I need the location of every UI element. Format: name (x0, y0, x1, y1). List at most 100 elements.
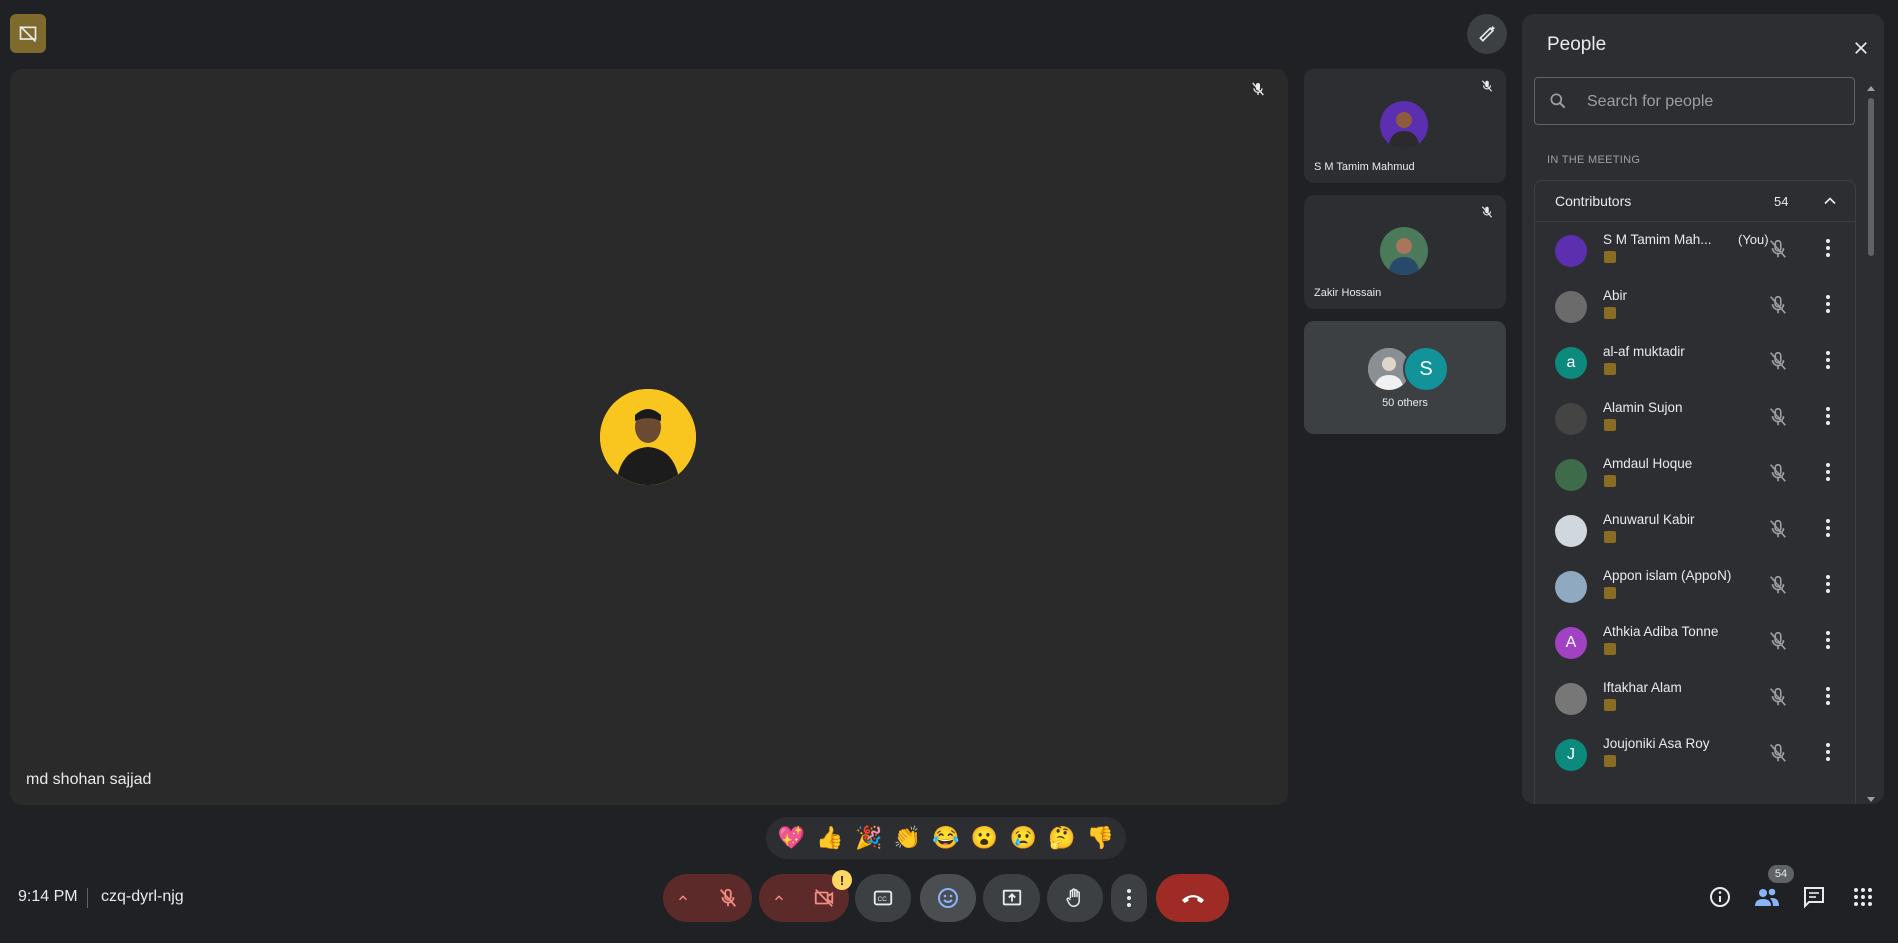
mic-control-group (663, 874, 752, 922)
panel-title: People (1547, 34, 1607, 55)
reaction-emoji-button[interactable]: 😂 (929, 821, 963, 855)
search-input[interactable] (1585, 88, 1839, 116)
participant-row[interactable]: Iftakhar Alam (1535, 669, 1855, 725)
reaction-emoji-button[interactable]: 👍 (813, 821, 847, 855)
mic-off-icon[interactable] (1767, 406, 1789, 433)
presentation-badge-icon (1604, 755, 1616, 767)
mic-off-icon[interactable] (1767, 630, 1789, 657)
participant-tile[interactable]: S M Tamim Mahmud (1304, 69, 1506, 183)
reactions-button[interactable] (920, 874, 976, 922)
reaction-emoji-button[interactable]: 😢 (1006, 821, 1040, 855)
close-panel-button[interactable] (1847, 34, 1875, 62)
chevron-up-icon (775, 895, 783, 901)
camera-warning-badge[interactable]: ! (832, 870, 852, 890)
presentation-badge-icon (1604, 251, 1616, 263)
section-label: IN THE MEETING (1547, 154, 1641, 166)
reaction-emoji-button[interactable]: 😮 (968, 821, 1002, 855)
participant-avatar (1555, 683, 1587, 715)
mic-off-icon[interactable] (1767, 350, 1789, 377)
participant-row[interactable]: Anuwarul Kabir (1535, 501, 1855, 557)
more-options-button[interactable] (1111, 874, 1147, 922)
contributors-group: Contributors 54 S M Tamim Mah... (You) Abi… (1534, 180, 1856, 804)
reaction-emoji-button[interactable]: 💖 (774, 821, 808, 855)
participant-name: al-af muktadir (1603, 344, 1685, 359)
main-speaker-stage[interactable]: md shohan sajjad (10, 69, 1288, 805)
close-icon (1855, 42, 1867, 54)
others-tile[interactable]: S 50 others (1304, 321, 1506, 434)
present-now-button[interactable] (983, 874, 1040, 922)
participant-row[interactable]: A Athkia Adiba Tonne (1535, 613, 1855, 669)
mic-off-icon[interactable] (1767, 518, 1789, 545)
more-vert-icon (1127, 889, 1131, 907)
mic-off-icon[interactable] (1767, 574, 1789, 601)
group-count: 54 (1774, 194, 1789, 209)
more-vert-icon[interactable] (1825, 630, 1831, 655)
apps-grid-icon (1854, 888, 1872, 906)
activities-button[interactable] (1848, 882, 1878, 912)
reaction-emoji-button[interactable]: 🎉 (852, 821, 886, 855)
info-icon (1710, 887, 1730, 907)
reaction-emoji-button[interactable]: 🤔 (1045, 821, 1079, 855)
divider (87, 888, 88, 908)
participant-row[interactable]: J Joujoniki Asa Roy (1535, 725, 1855, 781)
presentation-badge-icon (1604, 587, 1616, 599)
more-vert-icon[interactable] (1825, 574, 1831, 599)
contributors-header[interactable]: Contributors 54 (1535, 181, 1855, 222)
participant-avatar (1555, 403, 1587, 435)
scroll-up-arrow[interactable] (1867, 80, 1875, 98)
mic-off-icon[interactable] (1767, 294, 1789, 321)
participant-name: Joujoniki Asa Roy (1603, 736, 1710, 751)
chevron-up-icon[interactable] (1820, 191, 1840, 211)
mic-toggle-button[interactable] (703, 874, 752, 922)
mic-off-icon[interactable] (1767, 686, 1789, 713)
mic-off-icon[interactable] (1767, 238, 1789, 265)
participant-row[interactable]: Alamin Sujon (1535, 389, 1855, 445)
speaker-avatar (600, 389, 696, 485)
more-vert-icon[interactable] (1825, 518, 1831, 543)
participant-row[interactable]: Amdaul Hoque (1535, 445, 1855, 501)
reaction-emoji-button[interactable]: 👏 (890, 821, 924, 855)
leave-call-button[interactable] (1156, 874, 1229, 922)
people-count-badge: 54 (1768, 865, 1794, 883)
meeting-details-button[interactable] (1705, 882, 1735, 912)
participant-name: Alamin Sujon (1603, 400, 1683, 415)
more-vert-icon[interactable] (1825, 294, 1831, 319)
more-vert-icon[interactable] (1825, 406, 1831, 431)
presentation-badge-icon (1604, 699, 1616, 711)
speaker-name: md shohan sajjad (26, 771, 152, 788)
more-vert-icon[interactable] (1825, 686, 1831, 711)
scrollbar-thumb[interactable] (1868, 98, 1874, 256)
participant-row[interactable]: Abir (1535, 277, 1855, 333)
participant-name: Anuwarul Kabir (1603, 512, 1695, 527)
mic-off-icon (719, 888, 736, 907)
svg-text:CC: CC (878, 896, 888, 903)
participant-row[interactable]: a al-af muktadir (1535, 333, 1855, 389)
more-vert-icon[interactable] (1825, 462, 1831, 487)
more-vert-icon[interactable] (1825, 742, 1831, 767)
mic-off-icon[interactable] (1767, 462, 1789, 489)
participant-name: Athkia Adiba Tonne (1603, 624, 1719, 639)
audio-options-button[interactable] (663, 874, 703, 922)
mic-off-icon (1480, 79, 1494, 98)
captions-button[interactable]: CC (855, 874, 911, 922)
more-vert-icon[interactable] (1825, 350, 1831, 375)
participant-tile[interactable]: Zakir Hossain (1304, 195, 1506, 309)
scroll-down-arrow[interactable] (1867, 790, 1875, 804)
raise-hand-button[interactable] (1047, 874, 1103, 922)
presentation-off-badge[interactable] (10, 14, 46, 53)
participant-row[interactable]: S M Tamim Mah... (You) (1535, 221, 1855, 277)
pen-sparkle-icon (1479, 25, 1496, 42)
mic-off-icon[interactable] (1767, 742, 1789, 769)
video-options-button[interactable] (759, 874, 799, 922)
participant-avatar: J (1555, 739, 1587, 771)
chat-button[interactable] (1799, 882, 1829, 912)
participant-row[interactable]: Appon islam (AppoN) (1535, 557, 1855, 613)
you-label: (You) (1738, 232, 1769, 247)
effects-pen-button[interactable] (1467, 14, 1507, 54)
others-count-label: 50 others (1382, 397, 1428, 409)
people-button[interactable] (1750, 882, 1784, 912)
reaction-emoji-button[interactable]: 👎 (1084, 821, 1118, 855)
search-field[interactable] (1534, 77, 1855, 125)
participant-name: Iftakhar Alam (1603, 680, 1682, 695)
more-vert-icon[interactable] (1825, 238, 1831, 263)
